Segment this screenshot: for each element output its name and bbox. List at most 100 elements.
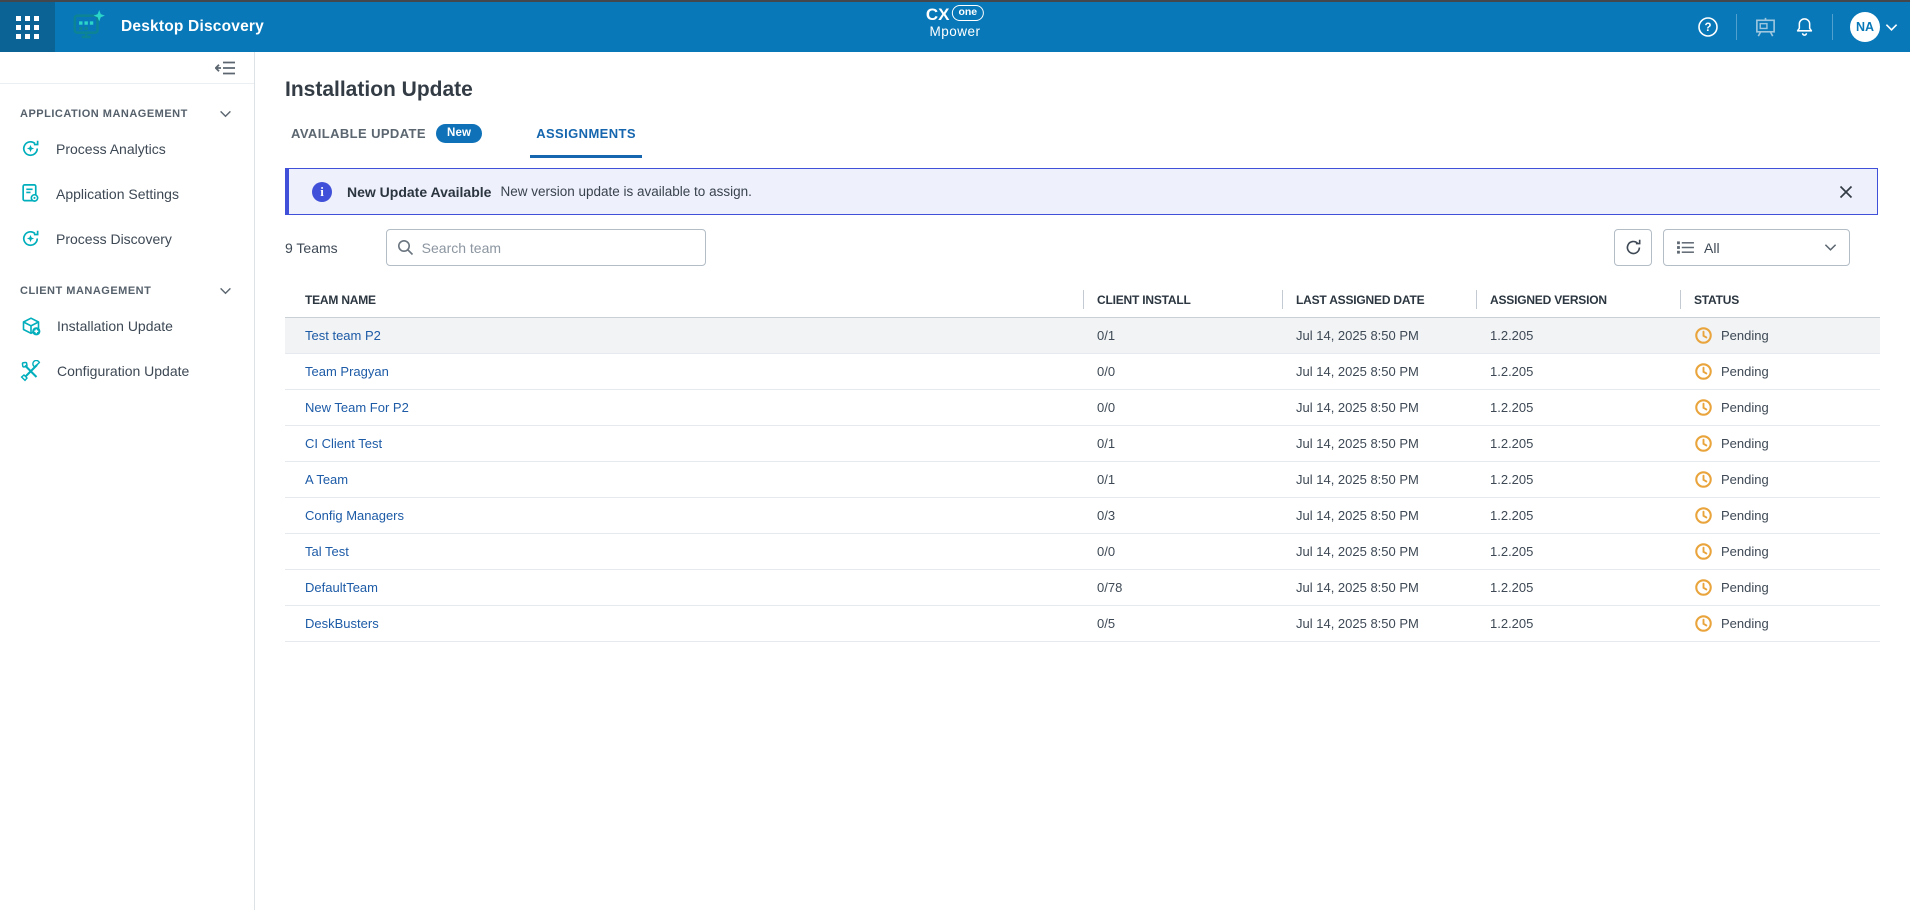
walkthrough-button[interactable] bbox=[1754, 16, 1777, 38]
table-row[interactable]: Team Pragyan 0/0 Jul 14, 2025 8:50 PM 1.… bbox=[285, 354, 1880, 390]
team-link[interactable]: Tal Test bbox=[305, 544, 349, 559]
tab-bar: AVAILABLE UPDATE New ASSIGNMENTS bbox=[285, 124, 1880, 158]
sidebar-item-label: Process Analytics bbox=[56, 141, 166, 157]
status-label: Pending bbox=[1721, 616, 1769, 631]
notifications-button[interactable] bbox=[1794, 16, 1815, 38]
status-cell: Pending bbox=[1680, 614, 1880, 633]
last-assigned-date-cell: Jul 14, 2025 8:50 PM bbox=[1282, 364, 1476, 379]
team-link[interactable]: DeskBusters bbox=[305, 616, 379, 631]
team-name-cell: Test team P2 bbox=[285, 328, 1083, 343]
status-label: Pending bbox=[1721, 364, 1769, 379]
page-title: Installation Update bbox=[285, 78, 1880, 102]
sidebar-collapse-button[interactable] bbox=[215, 60, 236, 76]
client-install-cell: 0/0 bbox=[1083, 364, 1282, 379]
status-label: Pending bbox=[1721, 580, 1769, 595]
assigned-version-cell: 1.2.205 bbox=[1476, 544, 1680, 559]
table-toolbar: 9 Teams All bbox=[285, 229, 1878, 266]
table-row[interactable]: New Team For P2 0/0 Jul 14, 2025 8:50 PM… bbox=[285, 390, 1880, 426]
close-icon bbox=[1839, 185, 1853, 199]
pending-clock-icon bbox=[1694, 506, 1713, 525]
process-analytics-icon bbox=[20, 138, 41, 159]
main-content: Installation Update AVAILABLE UPDATENewA… bbox=[255, 52, 1910, 910]
new-badge: New bbox=[436, 124, 482, 143]
status-cell: Pending bbox=[1680, 578, 1880, 597]
table-row[interactable]: CI Client Test 0/1 Jul 14, 2025 8:50 PM … bbox=[285, 426, 1880, 462]
new-update-banner: i New Update Available New version updat… bbox=[285, 168, 1878, 215]
sidebar-item-process-analytics[interactable]: Process Analytics bbox=[0, 126, 254, 171]
table-row[interactable]: A Team 0/1 Jul 14, 2025 8:50 PM 1.2.205 … bbox=[285, 462, 1880, 498]
search-input[interactable] bbox=[422, 240, 695, 256]
last-assigned-date-cell: Jul 14, 2025 8:50 PM bbox=[1282, 580, 1476, 595]
sidebar-section-client-management[interactable]: CLIENT MANAGEMENT bbox=[0, 285, 254, 297]
chevron-down-icon bbox=[1885, 23, 1898, 32]
assigned-version-cell: 1.2.205 bbox=[1476, 400, 1680, 415]
table-row[interactable]: Test team P2 0/1 Jul 14, 2025 8:50 PM 1.… bbox=[285, 318, 1880, 354]
collapse-panel-icon bbox=[215, 60, 236, 76]
application-settings-icon bbox=[20, 183, 41, 204]
table-row[interactable]: DeskBusters 0/5 Jul 14, 2025 8:50 PM 1.2… bbox=[285, 606, 1880, 642]
sidebar-item-configuration-update[interactable]: Configuration Update bbox=[0, 348, 254, 393]
sidebar: APPLICATION MANAGEMENT Process Analytics… bbox=[0, 52, 255, 910]
presentation-icon bbox=[1754, 16, 1777, 38]
desktop-discovery-logo-icon bbox=[69, 8, 109, 46]
team-link[interactable]: Team Pragyan bbox=[305, 364, 389, 379]
sidebar-item-installation-update[interactable]: Installation Update bbox=[0, 303, 254, 348]
client-install-cell: 0/1 bbox=[1083, 328, 1282, 343]
team-link[interactable]: New Team For P2 bbox=[305, 400, 409, 415]
tab-available-update[interactable]: AVAILABLE UPDATE New bbox=[285, 124, 488, 158]
last-assigned-date-cell: Jul 14, 2025 8:50 PM bbox=[1282, 508, 1476, 523]
assigned-version-cell: 1.2.205 bbox=[1476, 436, 1680, 451]
pending-clock-icon bbox=[1694, 614, 1713, 633]
team-link[interactable]: Config Managers bbox=[305, 508, 404, 523]
refresh-icon bbox=[1624, 238, 1643, 257]
team-link[interactable]: CI Client Test bbox=[305, 436, 382, 451]
app-title: Desktop Discovery bbox=[121, 18, 264, 36]
last-assigned-date-cell: Jul 14, 2025 8:50 PM bbox=[1282, 616, 1476, 631]
chevron-down-icon bbox=[219, 110, 232, 118]
team-name-cell: A Team bbox=[285, 472, 1083, 487]
topbar-divider bbox=[1736, 14, 1737, 40]
sidebar-sections: APPLICATION MANAGEMENT Process Analytics… bbox=[0, 84, 254, 393]
status-label: Pending bbox=[1721, 544, 1769, 559]
svg-text:?: ? bbox=[1704, 22, 1711, 34]
avatar: NA bbox=[1850, 12, 1880, 42]
client-install-cell: 0/1 bbox=[1083, 472, 1282, 487]
team-name-cell: Tal Test bbox=[285, 544, 1083, 559]
table-row[interactable]: Tal Test 0/0 Jul 14, 2025 8:50 PM 1.2.20… bbox=[285, 534, 1880, 570]
status-filter-dropdown[interactable]: All bbox=[1663, 229, 1850, 266]
tab-assignments[interactable]: ASSIGNMENTS bbox=[530, 124, 642, 158]
team-link[interactable]: A Team bbox=[305, 472, 348, 487]
pending-clock-icon bbox=[1694, 542, 1713, 561]
sidebar-item-application-settings[interactable]: Application Settings bbox=[0, 171, 254, 216]
team-name-cell: DeskBusters bbox=[285, 616, 1083, 631]
assigned-version-cell: 1.2.205 bbox=[1476, 616, 1680, 631]
team-name-cell: Team Pragyan bbox=[285, 364, 1083, 379]
app-launcher-button[interactable] bbox=[0, 2, 55, 52]
process-discovery-icon bbox=[20, 228, 41, 249]
banner-message: New version update is available to assig… bbox=[500, 184, 751, 199]
pending-clock-icon bbox=[1694, 578, 1713, 597]
user-menu[interactable]: NA bbox=[1850, 12, 1898, 42]
client-install-cell: 0/1 bbox=[1083, 436, 1282, 451]
tab-label: ASSIGNMENTS bbox=[536, 126, 636, 141]
sidebar-item-label: Application Settings bbox=[56, 186, 179, 202]
tab-label: AVAILABLE UPDATE bbox=[291, 126, 426, 141]
sidebar-section-application-management[interactable]: APPLICATION MANAGEMENT bbox=[0, 108, 254, 120]
sidebar-item-label: Process Discovery bbox=[56, 231, 172, 247]
assigned-version-cell: 1.2.205 bbox=[1476, 364, 1680, 379]
table-row[interactable]: DefaultTeam 0/78 Jul 14, 2025 8:50 PM 1.… bbox=[285, 570, 1880, 606]
info-icon: i bbox=[312, 182, 332, 202]
sidebar-item-process-discovery[interactable]: Process Discovery bbox=[0, 216, 254, 261]
help-button[interactable]: ? bbox=[1697, 16, 1719, 38]
team-link[interactable]: DefaultTeam bbox=[305, 580, 378, 595]
assigned-version-cell: 1.2.205 bbox=[1476, 472, 1680, 487]
table-row[interactable]: Config Managers 0/3 Jul 14, 2025 8:50 PM… bbox=[285, 498, 1880, 534]
configuration-update-icon bbox=[20, 360, 42, 382]
team-link[interactable]: Test team P2 bbox=[305, 328, 381, 343]
banner-close-button[interactable] bbox=[1839, 185, 1853, 199]
last-assigned-date-cell: Jul 14, 2025 8:50 PM bbox=[1282, 400, 1476, 415]
team-name-cell: CI Client Test bbox=[285, 436, 1083, 451]
refresh-button[interactable] bbox=[1614, 229, 1652, 266]
pending-clock-icon bbox=[1694, 434, 1713, 453]
client-install-cell: 0/0 bbox=[1083, 400, 1282, 415]
